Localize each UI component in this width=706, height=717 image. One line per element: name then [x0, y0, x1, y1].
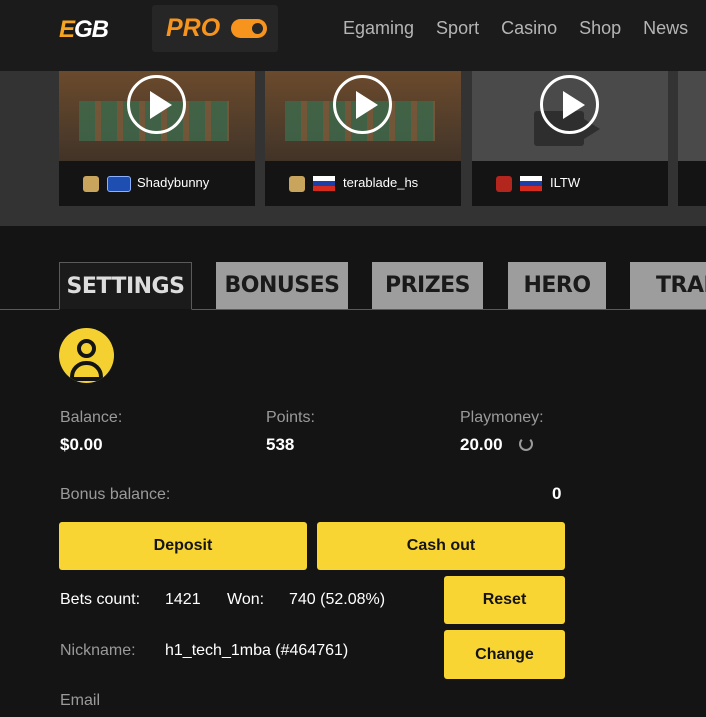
- stream-caption: [678, 161, 706, 206]
- nickname-value: h1_tech_1mba (#464761): [165, 642, 349, 659]
- stream-card[interactable]: Shadybunny: [59, 71, 255, 206]
- streamer-name[interactable]: Shadybunny: [137, 175, 209, 190]
- deposit-button[interactable]: Deposit: [59, 522, 307, 570]
- tab-prizes[interactable]: PRIZES: [372, 262, 483, 309]
- playmoney-value: 20.00: [460, 435, 503, 454]
- reset-button[interactable]: Reset: [444, 576, 565, 624]
- nav-sport[interactable]: Sport: [436, 18, 479, 39]
- pro-toggle-switch[interactable]: [231, 19, 267, 38]
- stream-caption: terablade_hs: [265, 161, 461, 206]
- russia-flag-icon: [313, 176, 335, 191]
- un-flag-icon: [107, 176, 131, 192]
- points-value: 538: [266, 435, 295, 454]
- bonus-balance-label: Bonus balance:: [60, 486, 171, 503]
- won-value: 740 (52.08%): [289, 591, 386, 608]
- nav-news[interactable]: News: [643, 18, 688, 39]
- bets-count-label: Bets count:: [60, 591, 141, 608]
- stream-card[interactable]: ILTW: [472, 71, 668, 206]
- nav-casino[interactable]: Casino: [501, 18, 557, 39]
- won-label: Won:: [227, 591, 265, 608]
- tab-hero[interactable]: HERO: [508, 262, 606, 309]
- email-label: Email: [60, 692, 101, 709]
- tab-settings[interactable]: SETTINGS: [59, 262, 192, 310]
- stream-card[interactable]: terablade_hs: [265, 71, 461, 206]
- egb-logo[interactable]: EGB: [59, 16, 109, 44]
- refresh-icon[interactable]: [519, 437, 533, 451]
- stream-caption: ILTW: [472, 161, 668, 206]
- nav-shop[interactable]: Shop: [579, 18, 621, 39]
- russia-flag-icon: [520, 176, 542, 191]
- main-nav: Egaming Sport Casino Shop News F: [343, 18, 706, 39]
- stream-caption: Shadybunny: [59, 161, 255, 206]
- balance-value: $0.00: [60, 435, 103, 454]
- stream-card[interactable]: [678, 71, 706, 206]
- play-icon[interactable]: [540, 75, 599, 134]
- hearthstone-icon: [289, 176, 305, 192]
- tab-bonuses[interactable]: BONUSES: [216, 262, 348, 309]
- avatar-icon[interactable]: [59, 328, 114, 383]
- points-label: Points:: [266, 409, 315, 426]
- streams-strip: Shadybunny terablade_hs ILTW: [0, 71, 706, 226]
- tab-trade[interactable]: TRADE: [630, 262, 706, 309]
- nickname-label: Nickname:: [60, 642, 136, 659]
- bets-count-value: 1421: [165, 591, 201, 608]
- top-bar: EGB PRO Egaming Sport Casino Shop News F: [0, 0, 706, 71]
- change-nickname-button[interactable]: Change: [444, 630, 565, 679]
- dota2-icon: [496, 176, 512, 192]
- balance-label: Balance:: [60, 409, 123, 426]
- account-tabs: SETTINGS BONUSES PRIZES HERO TRADE: [0, 262, 706, 310]
- hearthstone-icon: [83, 176, 99, 192]
- cashout-button[interactable]: Cash out: [317, 522, 565, 570]
- bonus-balance-value: 0: [552, 484, 562, 503]
- streamer-name[interactable]: terablade_hs: [343, 175, 418, 190]
- pro-label: PRO: [166, 14, 221, 42]
- pro-toggle-box[interactable]: PRO: [152, 5, 278, 52]
- streamer-name[interactable]: ILTW: [550, 175, 580, 190]
- nav-egaming[interactable]: Egaming: [343, 18, 414, 39]
- play-icon[interactable]: [127, 75, 186, 134]
- play-icon[interactable]: [333, 75, 392, 134]
- playmoney-label: Playmoney:: [460, 409, 544, 426]
